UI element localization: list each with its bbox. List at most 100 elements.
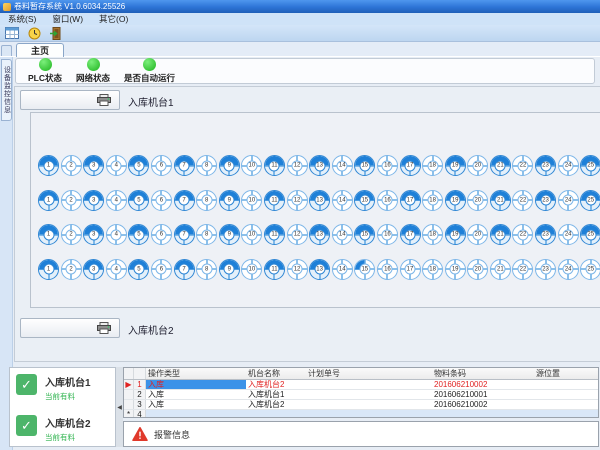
table-cell[interactable]	[306, 380, 432, 389]
spool-slot[interactable]: 17	[400, 259, 421, 280]
spool-slot[interactable]: 23	[535, 155, 556, 176]
spool-slot[interactable]: 2	[61, 259, 82, 280]
table-cell[interactable]: 入库	[146, 390, 246, 399]
spool-slot[interactable]: 9	[219, 155, 240, 176]
spool-slot[interactable]: 17	[400, 190, 421, 211]
spool-slot[interactable]: 8	[196, 259, 217, 280]
spool-slot[interactable]: 19	[445, 190, 466, 211]
spool-slot[interactable]: 9	[219, 259, 240, 280]
spool-slot[interactable]: 13	[309, 155, 330, 176]
spool-slot[interactable]: 9	[219, 224, 240, 245]
spool-slot[interactable]: 8	[196, 190, 217, 211]
spool-slot[interactable]: 8	[196, 155, 217, 176]
spool-slot[interactable]: 19	[445, 259, 466, 280]
spool-slot[interactable]: 10	[241, 190, 262, 211]
spool-slot[interactable]: 5	[128, 155, 149, 176]
collapsed-panel-tab[interactable]: 设备监控信息	[1, 59, 12, 121]
clock-icon[interactable]	[26, 26, 42, 40]
spool-slot[interactable]: 24	[558, 224, 579, 245]
spool-slot[interactable]: 16	[377, 259, 398, 280]
spool-slot[interactable]: 16	[377, 190, 398, 211]
spool-slot[interactable]: 1	[38, 259, 59, 280]
spool-slot[interactable]: 21	[490, 224, 511, 245]
spool-slot[interactable]: 19	[445, 224, 466, 245]
table-cell[interactable]	[246, 410, 306, 418]
spool-slot[interactable]: 11	[264, 259, 285, 280]
spool-slot[interactable]: 25	[580, 155, 600, 176]
exit-icon[interactable]	[48, 26, 64, 40]
spool-slot[interactable]: 5	[128, 190, 149, 211]
spool-slot[interactable]: 11	[264, 155, 285, 176]
spool-slot[interactable]: 21	[490, 155, 511, 176]
spool-slot[interactable]: 24	[558, 259, 579, 280]
spool-slot[interactable]: 24	[558, 190, 579, 211]
table-row[interactable]: 2入库入库机台1201606210001	[124, 390, 598, 400]
table-cell[interactable]: 201606210002	[432, 380, 534, 389]
spool-slot[interactable]: 14	[332, 259, 353, 280]
table-cell[interactable]: 入库机台1	[246, 390, 306, 399]
panel-splitter[interactable]: ◀	[116, 367, 123, 447]
spool-slot[interactable]: 20	[467, 190, 488, 211]
spool-slot[interactable]: 15	[354, 259, 375, 280]
spool-slot[interactable]: 22	[512, 155, 533, 176]
spool-slot[interactable]: 5	[128, 224, 149, 245]
spool-slot[interactable]: 18	[422, 224, 443, 245]
table-row[interactable]: *4	[124, 410, 598, 418]
spool-slot[interactable]: 25	[580, 259, 600, 280]
spool-slot[interactable]: 20	[467, 224, 488, 245]
spool-slot[interactable]: 22	[512, 259, 533, 280]
spool-slot[interactable]: 9	[219, 190, 240, 211]
spool-slot[interactable]: 10	[241, 224, 262, 245]
spool-slot[interactable]: 3	[83, 224, 104, 245]
spool-slot[interactable]: 7	[174, 259, 195, 280]
spool-slot[interactable]: 16	[377, 224, 398, 245]
spool-slot[interactable]: 20	[467, 259, 488, 280]
table-cell[interactable]: 入库	[146, 380, 246, 389]
table-cell[interactable]: 入库机台2	[246, 380, 306, 389]
spool-slot[interactable]: 20	[467, 155, 488, 176]
spool-slot[interactable]: 7	[174, 155, 195, 176]
table-cell[interactable]: 201606210002	[432, 400, 534, 409]
spool-slot[interactable]: 5	[128, 259, 149, 280]
spool-slot[interactable]: 17	[400, 224, 421, 245]
spool-slot[interactable]: 19	[445, 155, 466, 176]
spool-slot[interactable]: 7	[174, 190, 195, 211]
table-cell[interactable]	[534, 390, 598, 399]
spool-slot[interactable]: 21	[490, 259, 511, 280]
table-cell[interactable]: 入库	[146, 400, 246, 409]
spool-slot[interactable]: 22	[512, 190, 533, 211]
spool-slot[interactable]: 18	[422, 190, 443, 211]
spool-slot[interactable]: 16	[377, 155, 398, 176]
spool-slot[interactable]: 2	[61, 155, 82, 176]
spool-slot[interactable]: 3	[83, 190, 104, 211]
spool-slot[interactable]: 13	[309, 224, 330, 245]
spool-slot[interactable]: 12	[287, 259, 308, 280]
table-cell[interactable]	[534, 400, 598, 409]
table-cell[interactable]	[306, 410, 432, 418]
spool-slot[interactable]: 1	[38, 224, 59, 245]
spool-slot[interactable]: 12	[287, 190, 308, 211]
spool-slot[interactable]: 4	[106, 155, 127, 176]
print-machine1-button[interactable]	[20, 90, 120, 110]
table-row[interactable]: 3入库入库机台2201606210002	[124, 400, 598, 410]
spool-slot[interactable]: 21	[490, 190, 511, 211]
spool-slot[interactable]: 12	[287, 224, 308, 245]
spool-slot[interactable]: 13	[309, 259, 330, 280]
spool-slot[interactable]: 1	[38, 190, 59, 211]
tab-home[interactable]: 主页	[16, 43, 64, 57]
spool-slot[interactable]: 14	[332, 155, 353, 176]
spool-slot[interactable]: 2	[61, 190, 82, 211]
table-cell[interactable]	[146, 410, 246, 418]
table-cell[interactable]	[534, 410, 598, 418]
spool-slot[interactable]: 14	[332, 224, 353, 245]
spool-slot[interactable]: 8	[196, 224, 217, 245]
spool-slot[interactable]: 18	[422, 155, 443, 176]
spool-slot[interactable]: 11	[264, 224, 285, 245]
spool-slot[interactable]: 4	[106, 224, 127, 245]
spool-slot[interactable]: 6	[151, 224, 172, 245]
spool-slot[interactable]: 4	[106, 190, 127, 211]
table-cell[interactable]: 201606210001	[432, 390, 534, 399]
table-cell[interactable]	[306, 390, 432, 399]
spool-slot[interactable]: 7	[174, 224, 195, 245]
spool-slot[interactable]: 6	[151, 155, 172, 176]
